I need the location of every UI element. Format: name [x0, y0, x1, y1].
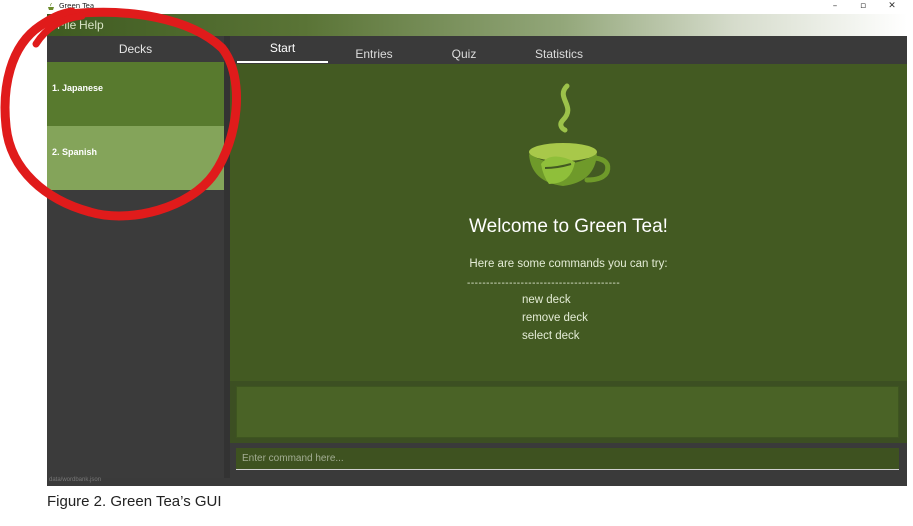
tab-bar: Start Entries Quiz Statistics — [230, 36, 907, 64]
menu-file[interactable]: File — [57, 18, 76, 32]
commands-hint: Here are some commands you can try: — [469, 258, 668, 270]
figure-caption: Figure 2. Green Tea’s GUI — [47, 493, 222, 510]
tab-quiz[interactable]: Quiz — [440, 36, 488, 64]
deck-item-label: 2. Spanish — [52, 147, 98, 157]
command-suggestion: select deck — [522, 330, 580, 342]
status-bar: data/wordbank.json — [47, 477, 907, 486]
deck-panel: Decks 1. Japanese 2. Spanish — [47, 36, 224, 484]
maximize-button[interactable]: ▫ — [856, 1, 870, 11]
green-tea-logo-icon — [529, 83, 611, 186]
tab-start[interactable]: Start — [237, 36, 328, 64]
menu-bar: File Help — [47, 14, 907, 36]
tea-cup-icon — [48, 3, 54, 10]
command-input[interactable] — [236, 448, 899, 470]
deck-item-label: 1. Japanese — [52, 83, 104, 93]
minimize-button[interactable]: – — [828, 1, 842, 11]
menu-help[interactable]: Help — [79, 18, 104, 32]
welcome-heading: Welcome to Green Tea! — [469, 216, 668, 237]
result-display[interactable] — [236, 386, 899, 438]
deck-panel-header: Decks — [118, 42, 153, 56]
hint-divider: ---------------------------------------- — [467, 278, 621, 289]
status-file-path: data/wordbank.json — [49, 477, 102, 483]
deck-item-spanish[interactable]: 2. Spanish — [47, 126, 224, 190]
title-bar: Green Tea – ▫ ✕ — [0, 0, 913, 14]
start-pane: Welcome to Green Tea! Here are some comm… — [230, 64, 907, 381]
tab-statistics[interactable]: Statistics — [526, 36, 592, 64]
command-suggestion: remove deck — [522, 312, 588, 324]
deck-item-japanese[interactable]: 1. Japanese — [47, 62, 224, 126]
tab-entries[interactable]: Entries — [348, 36, 400, 64]
window-title: Green Tea — [59, 2, 95, 10]
command-suggestion: new deck — [522, 294, 571, 306]
close-button[interactable]: ✕ — [885, 1, 899, 11]
